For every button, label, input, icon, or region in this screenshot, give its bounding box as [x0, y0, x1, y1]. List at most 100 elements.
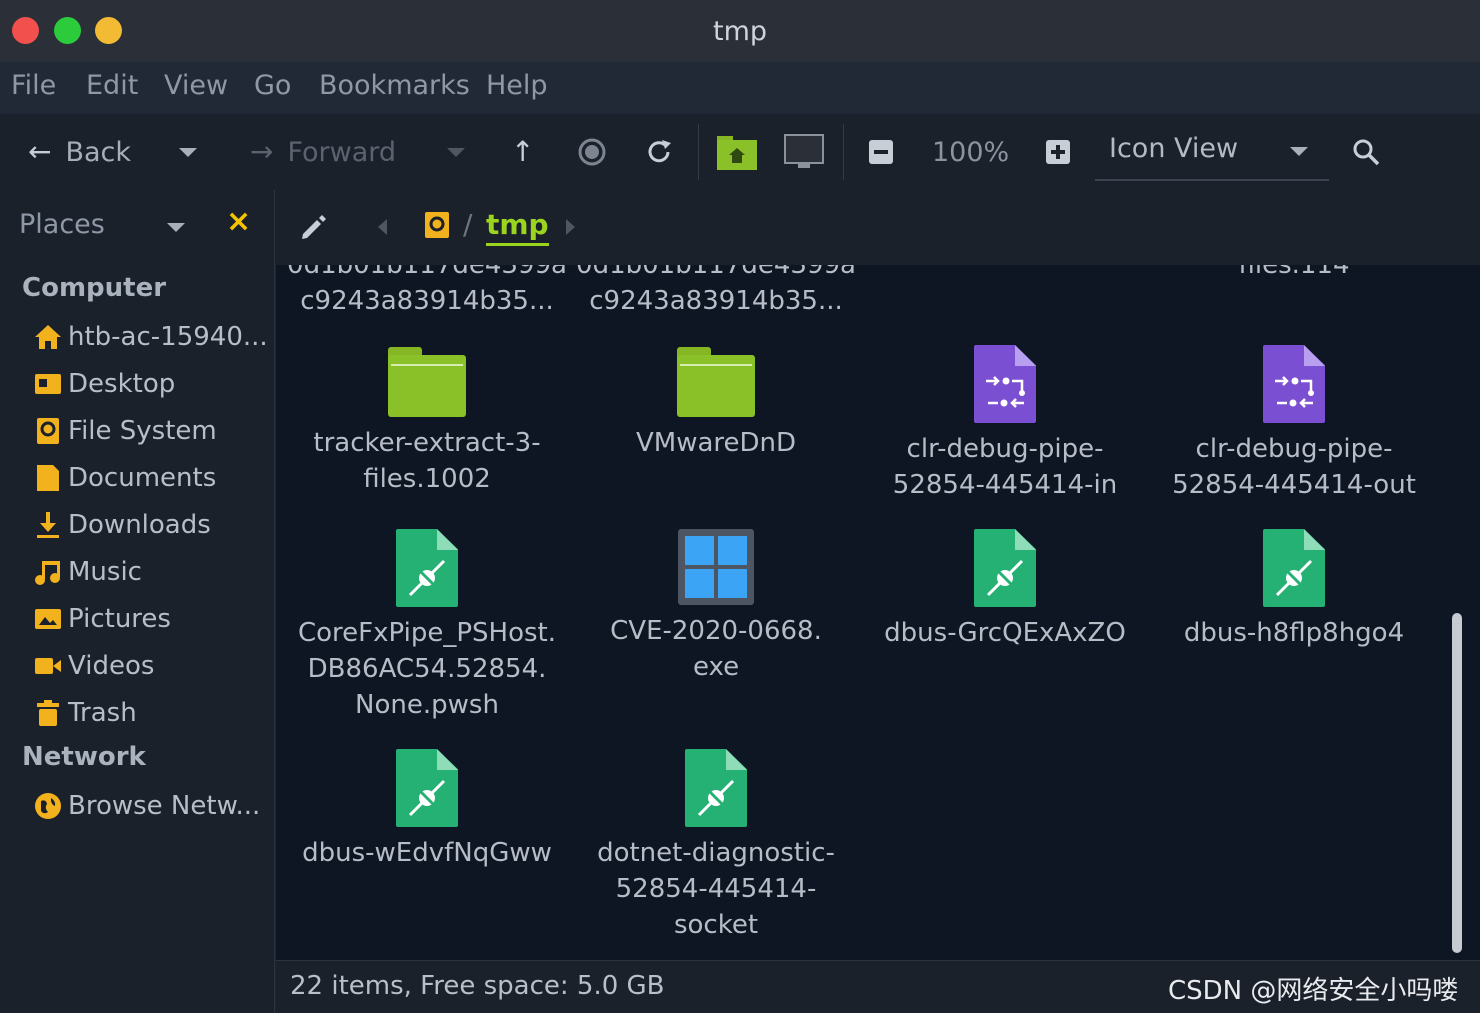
sidebar-item-home[interactable]: htb-ac-15940... [34, 317, 268, 357]
pipe-file-icon [974, 345, 1036, 423]
file-item-cve-2020-0668-exe[interactable]: CVE-2020-0668. exe [571, 529, 861, 685]
socket-file-icon [396, 749, 458, 827]
path-segment-tmp[interactable]: tmp [486, 208, 549, 246]
file-view[interactable]: 0d1b01b117de4399a c9243a83914b35... 0d1b… [276, 265, 1480, 960]
sidebar-item-desktop[interactable]: Desktop [34, 364, 175, 404]
file-name-line: CVE-2020-0668. [610, 616, 822, 646]
file-item-partial[interactable]: 0d1b01b117de4399a c9243a83914b35... [282, 265, 572, 319]
up-button[interactable]: ↑ [511, 114, 534, 190]
vertical-scrollbar[interactable] [1452, 613, 1462, 953]
file-name-line: files.114 [1238, 265, 1350, 280]
menu-help[interactable]: Help [486, 70, 548, 101]
home-folder-button[interactable] [717, 114, 757, 190]
back-history-dropdown[interactable] [179, 114, 197, 190]
file-item-corefxpipe[interactable]: CoreFxPipe_PSHost. DB86AC54.52854. None.… [282, 529, 572, 723]
sidebar-item-label: Videos [68, 651, 155, 681]
reload-icon [648, 140, 671, 163]
sidebar-item-trash[interactable]: Trash [34, 693, 137, 733]
sidebar-item-file-system[interactable]: File System [34, 411, 217, 451]
zoom-out-button[interactable] [868, 114, 894, 190]
toolbar-separator [843, 124, 844, 180]
back-label: Back [65, 136, 132, 168]
zoom-out-icon [869, 140, 893, 164]
computer-button[interactable] [784, 114, 824, 190]
file-name-line: exe [692, 652, 740, 682]
arrow-left-icon: ← [28, 135, 52, 168]
file-name-line: CoreFxPipe_PSHost. [298, 618, 556, 648]
documents-icon [37, 465, 59, 491]
reload-button[interactable] [644, 114, 674, 190]
file-name-line: tracker-extract-3- [313, 428, 541, 458]
places-header: Places × [0, 190, 275, 265]
file-item-dbus-h8flp8hgo4[interactable]: dbus-h8flp8hgo4 [1149, 529, 1439, 651]
sidebar-item-music[interactable]: Music [34, 552, 142, 592]
file-name-line: files.1002 [363, 464, 491, 494]
back-button[interactable]: ← Back [28, 114, 131, 190]
search-icon [1353, 139, 1380, 166]
file-item-partial[interactable]: 0d1b01b117de4399a c9243a83914b35... [571, 265, 861, 319]
zoom-in-button[interactable] [1045, 114, 1071, 190]
menu-bookmarks[interactable]: Bookmarks [319, 70, 470, 101]
file-item-dbus-wedvfnqgww[interactable]: dbus-wEdvfNqGww [282, 749, 572, 871]
music-icon [35, 561, 60, 585]
trash-icon [37, 700, 59, 726]
file-item-partial[interactable]: files.114 [1149, 265, 1439, 283]
folder-icon [677, 347, 755, 417]
sidebar-heading-computer: Computer [22, 273, 167, 303]
file-name-line: DB86AC54.52854. [307, 654, 547, 684]
file-name-line: dbus-h8flp8hgo4 [1183, 618, 1405, 648]
file-name-line: dotnet-diagnostic- [597, 838, 835, 868]
file-name-line: c9243a83914b35... [589, 286, 843, 316]
file-name-line: dbus-GrcQExAxZO [884, 618, 1126, 648]
view-mode-select[interactable]: Icon View [1095, 121, 1329, 181]
sidebar-item-label: Browse Netw... [68, 791, 261, 821]
stop-button[interactable] [577, 114, 607, 190]
sidebar-item-label: Downloads [68, 510, 211, 540]
arrow-up-icon: ↑ [511, 135, 535, 168]
zoom-level: 100% [932, 136, 1010, 168]
menu-go[interactable]: Go [254, 70, 291, 101]
chevron-down-icon [179, 147, 197, 157]
sidebar-item-documents[interactable]: Documents [34, 458, 216, 498]
file-item-clr-debug-pipe-in[interactable]: clr-debug-pipe- 52854-445414-in [860, 345, 1150, 503]
status-text: 22 items, Free space: 5.0 GB [290, 971, 665, 1001]
chevron-down-icon [1290, 147, 1308, 156]
path-scroll-left-icon[interactable] [378, 219, 387, 235]
path-scroll-right-icon[interactable] [566, 219, 575, 235]
sidebar-heading-network: Network [22, 742, 146, 772]
sidebar-item-pictures[interactable]: Pictures [34, 599, 171, 639]
file-item-dotnet-diagnostic[interactable]: dotnet-diagnostic- 52854-445414- socket [571, 749, 861, 943]
file-name-line: 0d1b01b117de4399a [576, 265, 856, 280]
videos-icon [35, 658, 61, 674]
sidebar-item-browse-network[interactable]: Browse Netw... [34, 786, 260, 826]
sidebar-item-downloads[interactable]: Downloads [34, 505, 211, 545]
menu-file[interactable]: File [11, 70, 56, 101]
edit-location-pencil-icon[interactable] [299, 212, 327, 240]
file-item-clr-debug-pipe-out[interactable]: clr-debug-pipe- 52854-445414-out [1149, 345, 1439, 503]
file-item-tracker-extract[interactable]: tracker-extract-3- files.1002 [282, 347, 572, 497]
sidebar-item-label: Pictures [68, 604, 171, 634]
folder-icon [388, 347, 466, 417]
search-button[interactable] [1351, 114, 1381, 190]
socket-file-icon [396, 529, 458, 607]
menu-bar: File Edit View Go Bookmarks Help [0, 62, 1480, 114]
network-icon [35, 793, 61, 819]
chevron-down-icon [447, 147, 465, 157]
file-name-line: VMwareDnD [635, 428, 797, 458]
filesystem-drive-icon[interactable] [425, 212, 449, 238]
sidebar-item-label: File System [68, 416, 217, 446]
close-sidebar-icon[interactable]: × [226, 204, 251, 239]
file-item-dbus-grcqexaxzo[interactable]: dbus-GrcQExAxZO [860, 529, 1150, 651]
menu-view[interactable]: View [164, 70, 228, 101]
forward-label: Forward [287, 136, 397, 168]
window-title: tmp [712, 16, 768, 47]
forward-history-dropdown[interactable] [447, 114, 465, 190]
file-name-line: 52854-445414-out [1172, 470, 1416, 500]
menu-edit[interactable]: Edit [86, 70, 138, 101]
places-dropdown-chevron-icon[interactable] [167, 223, 185, 232]
path-bar: / tmp [275, 190, 1480, 265]
sidebar-item-videos[interactable]: Videos [34, 646, 154, 686]
file-name-line: None.pwsh [355, 690, 499, 720]
forward-button[interactable]: → Forward [250, 114, 396, 190]
file-item-vmwarednd[interactable]: VMwareDnD [571, 347, 861, 461]
